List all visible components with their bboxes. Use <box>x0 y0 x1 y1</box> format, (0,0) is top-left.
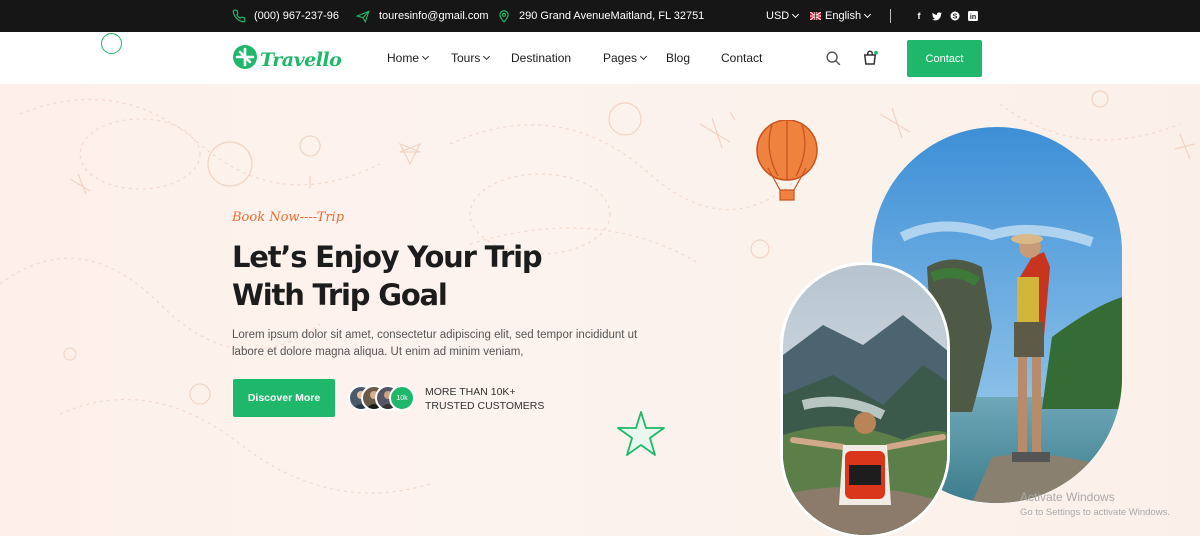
nav-item-blog[interactable]: Blog <box>666 32 690 84</box>
nav-item-home[interactable]: Home <box>387 32 430 84</box>
topbar-email[interactable]: touresinfo@gmail.com <box>355 0 489 32</box>
plane-icon <box>355 9 371 23</box>
hero-tagline: Book Now----Trip <box>232 210 345 225</box>
address-text: 290 Grand AvenueMaitland, FL 32751 <box>519 10 705 22</box>
facebook-icon[interactable]: f <box>914 11 924 21</box>
svg-text:in: in <box>970 14 976 21</box>
headline-line-1: Let’s Enjoy Your Trip <box>232 240 543 274</box>
location-pin-icon <box>497 9 511 23</box>
nav-item-destination[interactable]: Destination <box>511 32 571 84</box>
nav-label: Home <box>387 51 420 65</box>
trust-line-2: TRUSTED CUSTOMERS <box>425 400 545 412</box>
chevron-down-icon <box>421 52 430 61</box>
nav-label: Destination <box>511 51 572 65</box>
contact-button[interactable]: Contact <box>907 40 982 77</box>
uk-flag-icon <box>810 12 821 20</box>
chevron-down-icon <box>864 10 872 19</box>
linkedin-icon[interactable]: in <box>968 11 978 21</box>
nav-label: Contact <box>721 51 763 65</box>
trust-line-1: MORE THAN 10K+ <box>425 386 516 398</box>
chevron-down-icon <box>483 52 491 61</box>
nav-label: Blog <box>666 51 691 65</box>
hot-air-balloon-illustration <box>752 119 822 211</box>
customer-count-badge: 10k <box>389 385 415 411</box>
currency-value: USD <box>766 10 790 22</box>
watermark-line-1: Activate Windows <box>1020 490 1115 504</box>
hero-headline: Let’s Enjoy Your Trip With Trip Goal <box>232 238 662 314</box>
nav-item-pages[interactable]: Pages <box>603 32 648 84</box>
watermark-line-2: Go to Settings to activate Windows. <box>1020 507 1170 518</box>
top-bar: (000) 967-237-96 touresinfo@gmail.com 29… <box>0 0 1200 32</box>
headline-line-2: With Trip Goal <box>232 278 448 312</box>
discover-more-button[interactable]: Discover More <box>233 379 335 417</box>
skype-icon[interactable]: S <box>950 11 960 21</box>
nav-label: Tours <box>451 51 481 65</box>
trusted-customers-text: MORE THAN 10K+ TRUSTED CUSTOMERS <box>425 385 544 413</box>
logo-plane-icon <box>232 44 258 75</box>
cart-icon[interactable] <box>861 49 879 72</box>
search-icon[interactable] <box>825 50 842 72</box>
phone-text: (000) 967-237-96 <box>254 10 340 22</box>
main-nav <box>0 32 1200 84</box>
logo-text: Travello <box>260 48 342 71</box>
hero-description: Lorem ipsum dolor sit amet, consectetur … <box>232 329 638 358</box>
decorative-circle <box>101 33 122 54</box>
chevron-down-icon <box>639 52 648 61</box>
starfish-illustration <box>615 410 667 463</box>
chevron-down-icon <box>792 10 800 19</box>
topbar-phone[interactable]: (000) 967-237-96 <box>232 0 339 32</box>
email-text: touresinfo@gmail.com <box>379 10 489 22</box>
svg-text:S: S <box>953 14 958 21</box>
hero-section: Book Now----Trip Let’s Enjoy Your Trip W… <box>0 84 1200 536</box>
customer-avatars: 10k <box>348 385 418 411</box>
windows-activation-watermark: Activate Windows Go to Settings to activ… <box>1020 490 1170 520</box>
currency-select[interactable]: USD <box>766 0 800 32</box>
language-select[interactable]: English <box>810 0 872 32</box>
nav-label: Pages <box>603 51 638 65</box>
hero-photo-mountain <box>780 262 950 536</box>
nav-item-contact[interactable]: Contact <box>721 32 762 84</box>
twitter-icon[interactable] <box>932 11 942 21</box>
topbar-address[interactable]: 290 Grand AvenueMaitland, FL 32751 <box>497 0 704 32</box>
social-links: f S in <box>914 0 978 32</box>
logo[interactable]: Travello <box>232 44 342 75</box>
topbar-divider <box>890 9 891 23</box>
language-value: English <box>825 10 862 22</box>
phone-icon <box>232 9 246 23</box>
nav-item-tours[interactable]: Tours <box>451 32 491 84</box>
